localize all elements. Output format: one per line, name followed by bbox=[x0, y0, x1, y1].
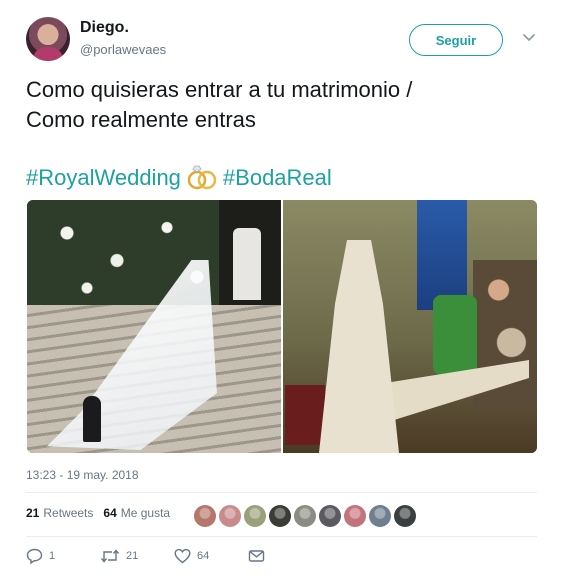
follow-button[interactable]: Seguir bbox=[409, 24, 503, 56]
liker-avatar[interactable] bbox=[344, 505, 366, 527]
liker-avatar[interactable] bbox=[319, 505, 341, 527]
retweet-count: 21 bbox=[126, 550, 139, 562]
media-image-royal-wedding[interactable] bbox=[27, 200, 281, 453]
retweets-count[interactable]: 21 bbox=[26, 506, 39, 520]
divider bbox=[26, 536, 537, 537]
reply-count: 1 bbox=[49, 550, 56, 562]
tweet-text: Como quisieras entrar a tu matrimonio / … bbox=[26, 75, 526, 135]
tweet-media[interactable] bbox=[27, 200, 537, 453]
liker-avatar[interactable] bbox=[369, 505, 391, 527]
avatar[interactable] bbox=[26, 17, 70, 61]
liker-avatar[interactable] bbox=[294, 505, 316, 527]
liker-avatar[interactable] bbox=[194, 505, 216, 527]
tweet-card: Diego. @porlawevaes Seguir Como quisiera… bbox=[0, 0, 563, 580]
hashtag-bodareal[interactable]: #BodaReal bbox=[223, 165, 332, 191]
tweet-stats: 21 Retweets 64 Me gusta bbox=[26, 506, 170, 520]
likes-label[interactable]: Me gusta bbox=[121, 506, 170, 520]
tweet-timestamp[interactable]: 13:23 - 19 may. 2018 bbox=[26, 468, 139, 482]
like-count: 64 bbox=[197, 550, 210, 562]
reply-button[interactable]: 1 bbox=[26, 548, 55, 564]
retweet-button[interactable]: 21 bbox=[100, 548, 138, 564]
hashtags: #RoyalWedding #BodaReal bbox=[26, 162, 332, 194]
media-image-boda-real[interactable] bbox=[283, 200, 537, 453]
tweet-text-line: Como quisieras entrar a tu matrimonio / bbox=[26, 77, 413, 102]
chevron-down-icon[interactable] bbox=[522, 30, 536, 44]
liker-avatar[interactable] bbox=[219, 505, 241, 527]
retweet-icon bbox=[100, 549, 120, 563]
liker-avatar[interactable] bbox=[394, 505, 416, 527]
like-button[interactable]: 64 bbox=[174, 548, 209, 564]
hashtag-royalwedding[interactable]: #RoyalWedding bbox=[26, 165, 181, 191]
message-icon bbox=[248, 550, 265, 562]
tweet-text-line: Como realmente entras bbox=[26, 107, 256, 132]
author-name[interactable]: Diego. bbox=[80, 19, 129, 37]
retweets-label[interactable]: Retweets bbox=[43, 506, 93, 520]
author-handle[interactable]: @porlawevaes bbox=[80, 42, 166, 57]
wedding-rings-icon bbox=[185, 164, 219, 192]
likes-count[interactable]: 64 bbox=[103, 506, 116, 520]
reply-icon bbox=[26, 548, 43, 564]
likers-avatars bbox=[194, 505, 416, 527]
divider bbox=[26, 492, 537, 493]
direct-message-button[interactable] bbox=[248, 548, 265, 564]
liker-avatar[interactable] bbox=[269, 505, 291, 527]
liker-avatar[interactable] bbox=[244, 505, 266, 527]
heart-icon bbox=[174, 548, 191, 564]
